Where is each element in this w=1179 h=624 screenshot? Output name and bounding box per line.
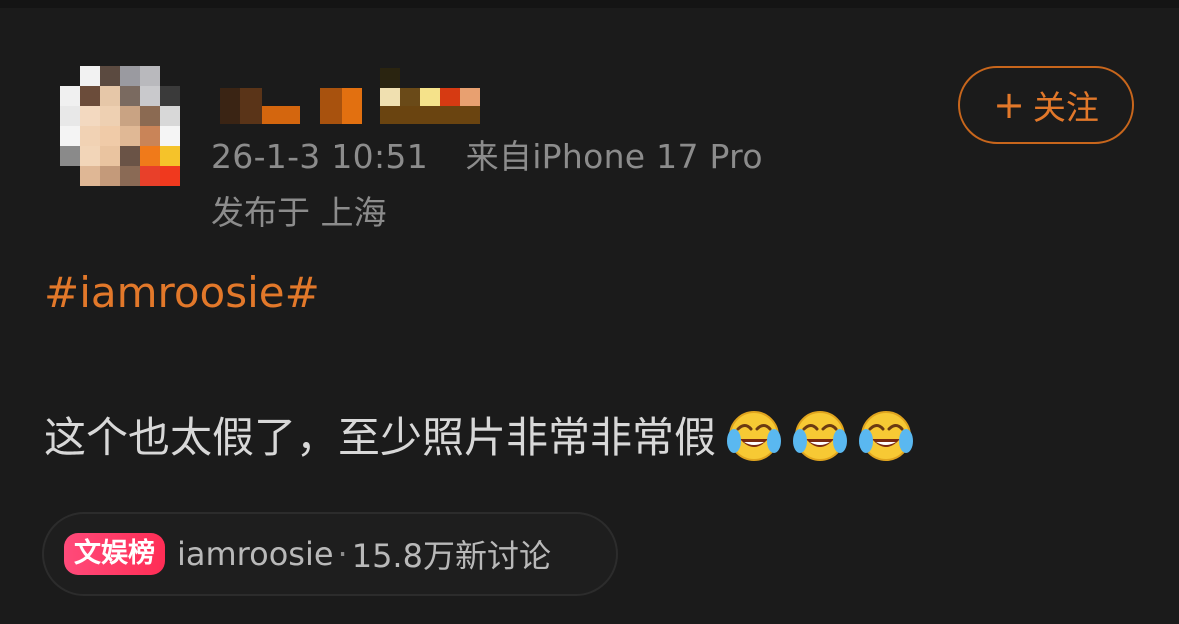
- top-divider: [0, 0, 1179, 8]
- laughing-crying-emoji-icon: [793, 410, 848, 461]
- plus-icon: +: [993, 83, 1025, 127]
- hashtag-link[interactable]: #iamroosie#: [44, 268, 320, 317]
- post-text: 这个也太假了，至少照片非常非常假: [44, 413, 717, 462]
- laughing-crying-emoji-icon: [727, 410, 782, 461]
- topic-name: iamroosie: [177, 535, 334, 573]
- topic-badge: 文娱榜: [64, 533, 165, 575]
- topic-pill[interactable]: 文娱榜 iamroosie · 15.8万新讨论: [42, 512, 618, 596]
- follow-button[interactable]: + 关注: [958, 66, 1134, 144]
- post-timestamp: 26-1-3 10:51: [211, 137, 428, 176]
- topic-discussion-count: 15.8万新讨论: [351, 537, 551, 575]
- avatar[interactable]: [60, 66, 180, 186]
- post-meta: 26-1-3 10:51 来自iPhone 17 Pro: [211, 130, 763, 178]
- post-body: 这个也太假了，至少照片非常非常假: [44, 404, 914, 465]
- topic-separator: ·: [337, 535, 348, 573]
- username-obscured[interactable]: [220, 68, 482, 126]
- post-source: 来自iPhone 17 Pro: [465, 137, 763, 176]
- laughing-crying-emoji-icon: [859, 410, 914, 461]
- follow-label: 关注: [1032, 88, 1099, 127]
- post-location: 发布于 上海: [211, 193, 387, 232]
